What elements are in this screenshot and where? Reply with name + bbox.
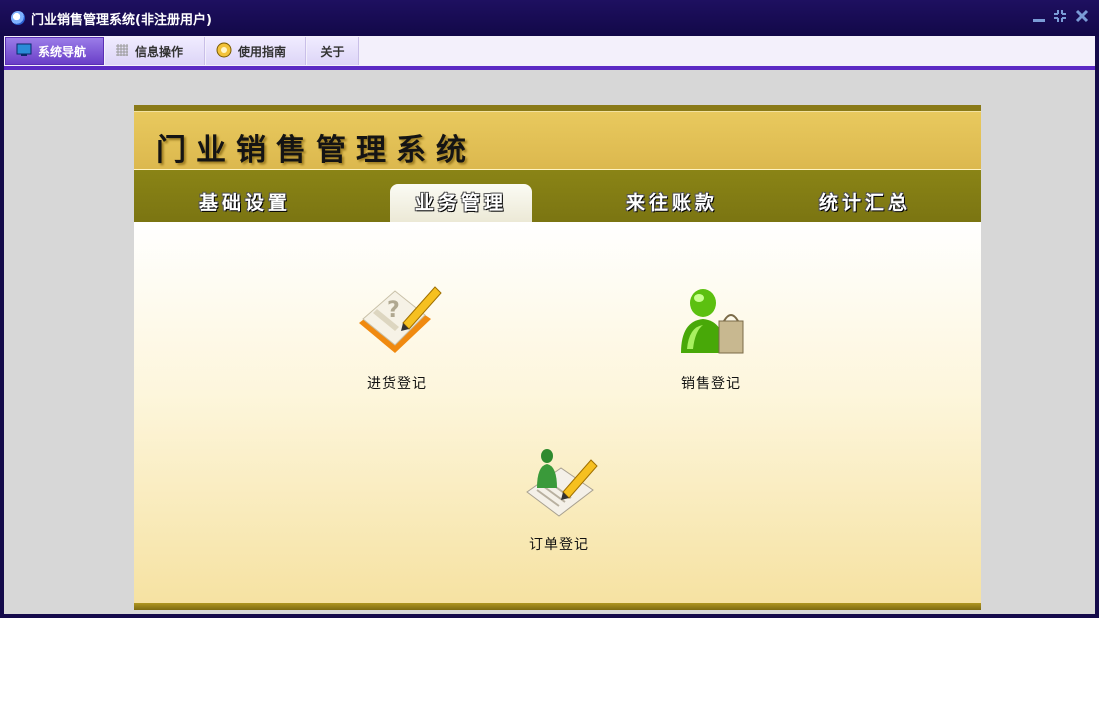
minimize-icon[interactable]	[1031, 8, 1047, 24]
client-area: 门业销售管理系统 基础设置 业务管理 来往账款 统计汇总 ? 进货登记 销售登记…	[4, 70, 1095, 614]
menu-item-label: 使用指南	[238, 44, 287, 59]
header-band: 门业销售管理系统	[134, 111, 981, 170]
purchase-register-button[interactable]: ? 进货登记	[337, 279, 457, 393]
sales-register-button[interactable]: 销售登记	[651, 279, 771, 393]
tab-business-management[interactable]: 业务管理	[390, 184, 532, 222]
compass-icon	[216, 42, 232, 61]
app-logo-icon	[11, 11, 25, 25]
menu-item-label: 关于	[320, 44, 345, 59]
function-label: 销售登记	[681, 376, 741, 392]
shopper-icon	[651, 279, 771, 363]
app-window: 门业销售管理系统(非注册用户) 系统导航 信息操作 使用指南 关于 门业销售管理…	[0, 0, 1099, 618]
monitor-icon	[16, 43, 32, 60]
close-icon[interactable]	[1074, 8, 1090, 24]
nav-panel: 门业销售管理系统 基础设置 业务管理 来往账款 统计汇总 ? 进货登记 销售登记…	[134, 105, 981, 610]
function-label: 进货登记	[367, 376, 427, 392]
svg-text:?: ?	[387, 298, 400, 323]
menu-item-about[interactable]: 关于	[307, 37, 359, 65]
window-title: 门业销售管理系统(非注册用户)	[31, 13, 212, 28]
tab-statistics[interactable]: 统计汇总	[794, 184, 936, 222]
tab-basic-settings[interactable]: 基础设置	[174, 184, 316, 222]
function-label: 订单登记	[529, 537, 589, 553]
grid-icon	[115, 43, 129, 60]
menu-item-label: 信息操作	[135, 44, 184, 59]
order-register-button[interactable]: 订单登记	[499, 444, 619, 554]
menu-item-system-nav[interactable]: 系统导航	[5, 37, 104, 65]
order-form-icon	[499, 444, 619, 524]
menu-item-user-guide[interactable]: 使用指南	[206, 37, 306, 65]
title-bar[interactable]: 门业销售管理系统(非注册用户)	[0, 0, 1099, 36]
system-title: 门业销售管理系统	[156, 133, 476, 168]
menu-item-label: 系统导航	[38, 44, 87, 59]
menu-bar: 系统导航 信息操作 使用指南 关于	[4, 36, 1095, 66]
restore-icon[interactable]	[1052, 8, 1068, 24]
menu-item-info-ops[interactable]: 信息操作	[105, 37, 205, 65]
panel-bottom-border	[134, 603, 981, 610]
tab-accounts[interactable]: 来往账款	[601, 184, 743, 222]
notebook-pencil-icon: ?	[337, 279, 457, 363]
function-area: ? 进货登记 销售登记 订单登记	[134, 222, 981, 603]
module-tab-bar: 基础设置 业务管理 来往账款 统计汇总	[134, 170, 981, 222]
